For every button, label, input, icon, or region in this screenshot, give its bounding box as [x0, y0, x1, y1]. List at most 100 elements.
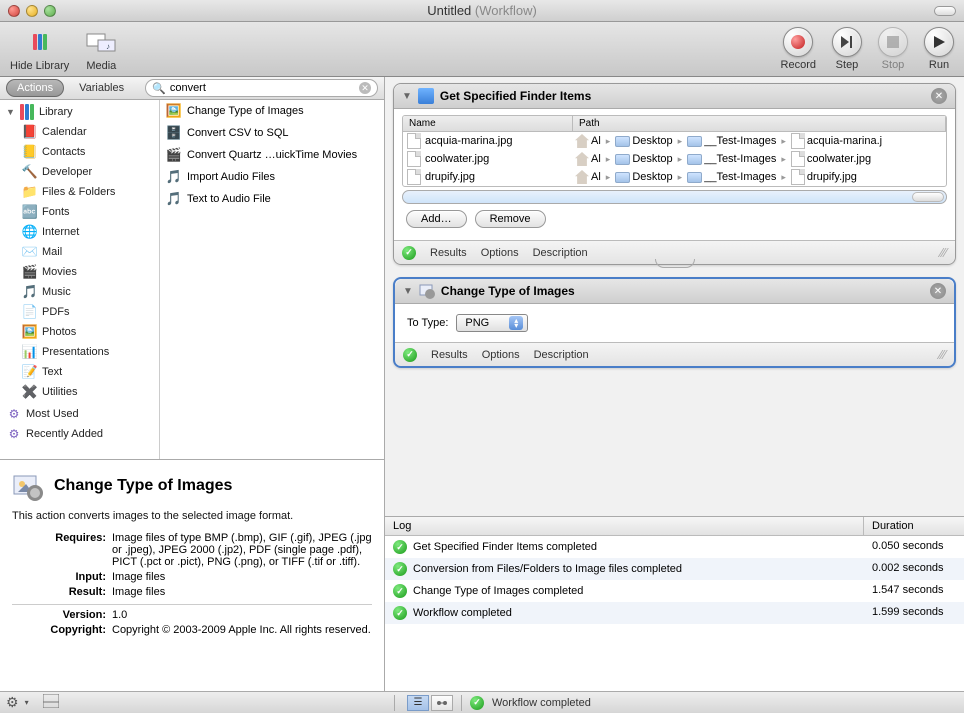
resize-grip-icon[interactable]: ⁄⁄⁄ [940, 245, 947, 260]
checkmark-icon: ✓ [393, 562, 407, 576]
results-tab[interactable]: Results [431, 349, 468, 361]
sidebar-item[interactable]: 🖼️Photos [0, 322, 159, 342]
home-icon [575, 170, 589, 184]
category-icon: 📒 [22, 144, 38, 160]
to-type-label: To Type: [407, 317, 448, 329]
record-button[interactable]: Record [781, 27, 816, 71]
workflow-canvas[interactable]: ▼ Get Specified Finder Items ✕ Name Path… [385, 77, 964, 516]
category-icon: 🔤 [22, 204, 38, 220]
description-tab[interactable]: Description [534, 349, 589, 361]
workflow-action-finder-items[interactable]: ▼ Get Specified Finder Items ✕ Name Path… [393, 83, 956, 265]
zoom-window-button[interactable] [44, 5, 56, 17]
sidebar-item[interactable]: ✉️Mail [0, 242, 159, 262]
tree-root-library[interactable]: ▼ Library [0, 102, 159, 122]
hide-library-button[interactable]: Hide Library [10, 26, 69, 72]
step-icon [832, 27, 862, 57]
disclosure-triangle-icon[interactable]: ▼ [6, 107, 15, 117]
tab-actions[interactable]: Actions [6, 79, 64, 97]
toggle-info-icon[interactable] [43, 694, 59, 711]
sidebar-item[interactable]: 🌐Internet [0, 222, 159, 242]
step-button[interactable]: Step [832, 27, 862, 71]
action-icon: 🎵 [166, 169, 182, 185]
action-list-item[interactable]: 🖼️Change Type of Images [160, 100, 384, 122]
stop-button[interactable]: Stop [878, 27, 908, 71]
sidebar-item[interactable]: ✖️Utilities [0, 382, 159, 402]
disclosure-triangle-icon[interactable]: ▼ [402, 91, 412, 102]
view-list-icon[interactable]: ☰ [407, 695, 429, 711]
sidebar-item[interactable]: 🎵Music [0, 282, 159, 302]
results-tab[interactable]: Results [430, 247, 467, 259]
info-title: Change Type of Images [54, 477, 232, 495]
sidebar-item[interactable]: 📊Presentations [0, 342, 159, 362]
resize-grip-icon[interactable]: ⁄⁄⁄ [939, 347, 946, 362]
info-version: 1.0 [112, 609, 372, 621]
sidebar-item[interactable]: 📁Files & Folders [0, 182, 159, 202]
stop-icon [878, 27, 908, 57]
info-input: Image files [112, 571, 372, 583]
sidebar-item[interactable]: ⚙Most Used [0, 404, 159, 424]
options-tab[interactable]: Options [481, 247, 519, 259]
action-title: Change Type of Images [441, 284, 924, 298]
search-field[interactable]: 🔍 ✕ [145, 79, 378, 97]
folder-icon [687, 136, 702, 147]
minimize-window-button[interactable] [26, 5, 38, 17]
table-row[interactable]: acquia-marina.jpg Al▸ Desktop▸ __Test-Im… [403, 132, 946, 150]
sidebar-item[interactable]: ⚙Recently Added [0, 424, 159, 444]
close-icon[interactable]: ✕ [931, 88, 947, 104]
log-rows[interactable]: ✓Get Specified Finder Items completed0.0… [385, 536, 964, 691]
close-icon[interactable]: ✕ [930, 283, 946, 299]
tab-variables[interactable]: Variables [68, 79, 135, 97]
view-flow-icon[interactable] [431, 695, 453, 711]
disclosure-triangle-icon[interactable]: ▼ [403, 286, 413, 297]
info-requires: Image files of type BMP (.bmp), GIF (.gi… [112, 532, 372, 568]
search-input[interactable] [170, 82, 355, 94]
workflow-action-change-type[interactable]: ▼ Change Type of Images ✕ To Type: PNG ▴… [393, 277, 956, 368]
action-list-item[interactable]: 🗄️Convert CSV to SQL [160, 122, 384, 144]
close-window-button[interactable] [8, 5, 20, 17]
gear-icon[interactable]: ⚙ [6, 694, 19, 711]
search-icon: 🔍 [152, 82, 166, 95]
toolbar-toggle-button[interactable] [934, 6, 956, 16]
clear-search-icon[interactable]: ✕ [359, 82, 371, 94]
library-tabbar: Actions Variables 🔍 ✕ [0, 77, 384, 100]
play-icon [924, 27, 954, 57]
info-copyright: Copyright © 2003-2009 Apple Inc. All rig… [112, 624, 372, 636]
file-icon [791, 133, 805, 149]
to-type-select[interactable]: PNG ▴▾ [456, 314, 528, 332]
sidebar-item[interactable]: 🔨Developer [0, 162, 159, 182]
remove-button[interactable]: Remove [475, 210, 546, 228]
library-tree[interactable]: ▼ Library 📕Calendar📒Contacts🔨Developer📁F… [0, 100, 160, 459]
sidebar-item[interactable]: 🔤Fonts [0, 202, 159, 222]
action-list-item[interactable]: 🎵Import Audio Files [160, 166, 384, 188]
add-button[interactable]: Add… [406, 210, 467, 228]
checkmark-icon: ✓ [402, 246, 416, 260]
sidebar-item[interactable]: 📕Calendar [0, 122, 159, 142]
action-icon: 🎵 [166, 191, 182, 207]
sidebar-item[interactable]: 📒Contacts [0, 142, 159, 162]
media-button[interactable]: ♪ Media [85, 26, 117, 72]
action-icon [12, 470, 44, 502]
finder-icon [418, 88, 434, 104]
finder-items-table[interactable]: Name Path acquia-marina.jpg Al▸ Desktop▸… [402, 115, 947, 187]
run-button[interactable]: Run [924, 27, 954, 71]
horizontal-scrollbar[interactable] [402, 190, 947, 204]
status-message: Workflow completed [492, 697, 591, 709]
sidebar-item[interactable]: 🎬Movies [0, 262, 159, 282]
sidebar-item[interactable]: 📄PDFs [0, 302, 159, 322]
options-tab[interactable]: Options [482, 349, 520, 361]
folder-icon [615, 172, 630, 183]
category-icon: ✖️ [22, 384, 38, 400]
log-row: ✓Get Specified Finder Items completed0.0… [385, 536, 964, 558]
description-tab[interactable]: Description [533, 247, 588, 259]
action-list-item[interactable]: 🎬Convert Quartz …uickTime Movies [160, 144, 384, 166]
table-row[interactable]: coolwater.jpg Al▸ Desktop▸ __Test-Images… [403, 150, 946, 168]
category-icon: 📄 [22, 304, 38, 320]
info-result: Image files [112, 586, 372, 598]
actions-list[interactable]: 🖼️Change Type of Images🗄️Convert CSV to … [160, 100, 384, 459]
table-row[interactable]: drupify.jpg Al▸ Desktop▸ __Test-Images▸ … [403, 168, 946, 186]
window-controls [0, 5, 56, 17]
statusbar: ⚙▾ ☰ ✓ Workflow completed [0, 691, 964, 713]
log-panel: Log Duration ✓Get Specified Finder Items… [385, 516, 964, 691]
sidebar-item[interactable]: 📝Text [0, 362, 159, 382]
action-list-item[interactable]: 🎵Text to Audio File [160, 188, 384, 210]
